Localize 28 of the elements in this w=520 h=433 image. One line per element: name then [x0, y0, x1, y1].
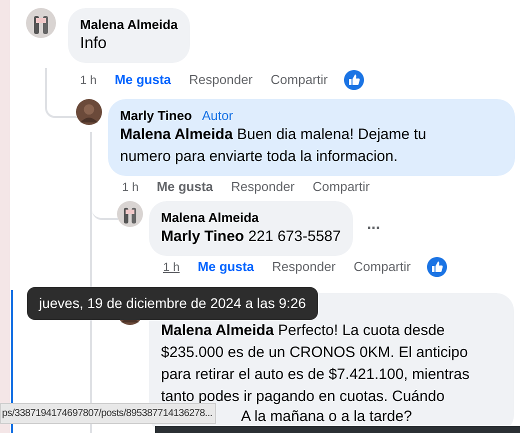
- share-button[interactable]: Compartir: [354, 257, 411, 277]
- avatar[interactable]: [26, 8, 56, 38]
- comment-text: Info: [80, 34, 108, 54]
- more-button[interactable]: ...: [366, 216, 380, 240]
- like-icon[interactable]: [426, 257, 447, 277]
- reply-button[interactable]: Responder: [189, 70, 253, 90]
- status-bar: ps/3387194174697807/posts/895387714136278...: [0, 403, 216, 424]
- like-button[interactable]: Me gusta: [198, 257, 254, 277]
- share-button[interactable]: Compartir: [270, 70, 328, 90]
- avatar[interactable]: [76, 99, 102, 125]
- like-button[interactable]: Me gusta: [114, 70, 172, 90]
- timestamp-link[interactable]: 1 h: [163, 258, 180, 276]
- like-button[interactable]: Me gusta: [156, 177, 214, 197]
- avatar[interactable]: [117, 201, 143, 227]
- comment-text: Malena Almeida Buen dia malena! Dejame tu numero para enviarte toda la informacion.: [120, 125, 428, 167]
- comment-text: Marly Tineo 221 673-5587: [161, 227, 341, 247]
- share-button[interactable]: Compartir: [312, 177, 370, 197]
- author-name[interactable]: Malena Almeida: [161, 208, 259, 228]
- like-icon[interactable]: [344, 70, 364, 90]
- author-label: Autor: [202, 106, 234, 125]
- reply-button[interactable]: Responder: [231, 177, 295, 197]
- tooltip: jueves, 19 de diciembre de 2024 a las 9:26: [27, 287, 318, 320]
- reply-button[interactable]: Responder: [272, 257, 336, 277]
- author-name[interactable]: Marly Tineo: [120, 106, 192, 126]
- comment-text: A la mañana o a la tarde?: [241, 408, 412, 426]
- timestamp-link[interactable]: 1 h: [122, 178, 139, 196]
- timestamp-link[interactable]: 1 h: [80, 71, 97, 89]
- author-name[interactable]: Malena Almeida: [80, 14, 178, 34]
